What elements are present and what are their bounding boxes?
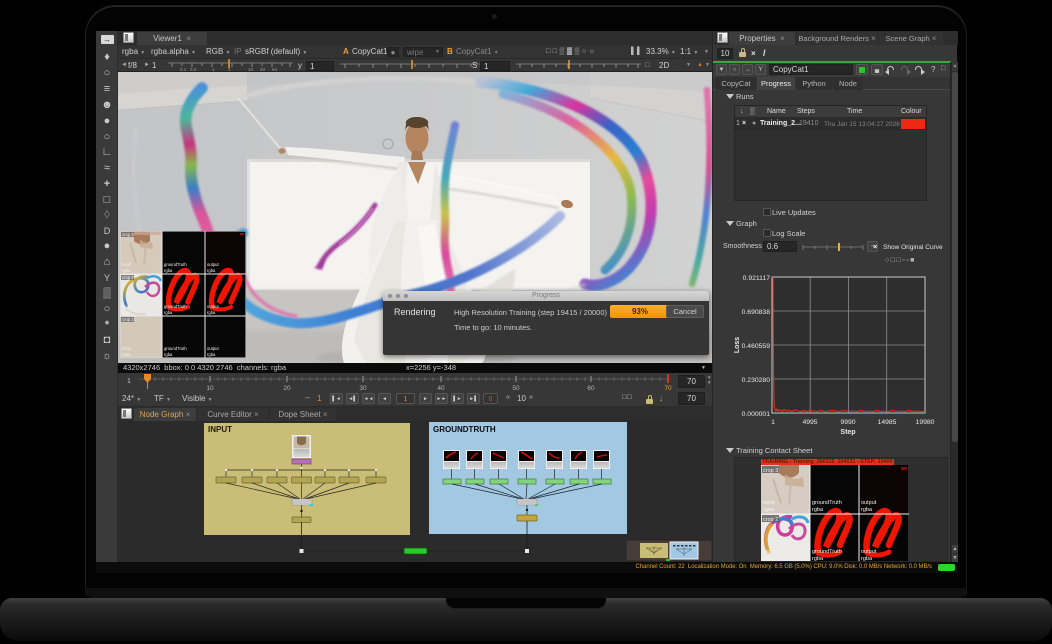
svg-text:rgba: rgba bbox=[207, 310, 216, 315]
svg-text:rgba: rgba bbox=[122, 268, 131, 273]
svg-text:rgba: rgba bbox=[763, 556, 775, 562]
svg-text:Step: Step bbox=[840, 429, 855, 436]
svg-text:19980: 19980 bbox=[916, 419, 935, 426]
svg-text:output: output bbox=[207, 262, 219, 267]
svg-text:crop 3: crop 3 bbox=[122, 232, 134, 237]
svg-text:input: input bbox=[763, 500, 775, 506]
svg-text:output: output bbox=[207, 346, 219, 351]
svg-text:crop 2: crop 2 bbox=[122, 275, 134, 280]
svg-text:rgba: rgba bbox=[122, 310, 131, 315]
svg-text:output: output bbox=[861, 500, 877, 506]
svg-text:rgba: rgba bbox=[122, 352, 131, 357]
svg-text:input: input bbox=[122, 346, 132, 351]
svg-text:0.921117: 0.921117 bbox=[743, 275, 771, 282]
svg-text:input: input bbox=[122, 262, 132, 267]
svg-text:rgba: rgba bbox=[763, 507, 775, 513]
svg-text:14985: 14985 bbox=[878, 419, 897, 426]
svg-text:crop 3: crop 3 bbox=[763, 468, 778, 474]
svg-text:1: 1 bbox=[127, 378, 131, 385]
svg-text:input: input bbox=[122, 304, 132, 309]
svg-text:groundTruth: groundTruth bbox=[812, 500, 842, 506]
svg-text:crop 1: crop 1 bbox=[122, 317, 134, 322]
svg-text:GROUNDTRUTH: GROUNDTRUTH bbox=[433, 425, 496, 434]
svg-text:0.460559: 0.460559 bbox=[742, 343, 771, 350]
svg-text:crop 2: crop 2 bbox=[763, 517, 778, 523]
svg-text:0.000001: 0.000001 bbox=[742, 411, 771, 418]
svg-text:9990: 9990 bbox=[840, 419, 855, 426]
svg-text:rgba: rgba bbox=[207, 268, 216, 273]
svg-text:0.230280: 0.230280 bbox=[742, 377, 771, 384]
svg-text:output: output bbox=[861, 549, 877, 555]
svg-text:groundTruth: groundTruth bbox=[164, 262, 187, 267]
svg-text:groundTruth: groundTruth bbox=[812, 549, 842, 555]
svg-text:rgba: rgba bbox=[812, 556, 824, 562]
svg-text:rgba: rgba bbox=[861, 507, 873, 513]
svg-text:rgba: rgba bbox=[164, 268, 173, 273]
svg-text:rgba: rgba bbox=[812, 507, 824, 513]
svg-text:groundTruth: groundTruth bbox=[164, 346, 187, 351]
svg-text:rgba: rgba bbox=[207, 352, 216, 357]
svg-text:output: output bbox=[207, 304, 219, 309]
svg-text:rgba: rgba bbox=[861, 556, 873, 562]
svg-text:groundTruth: groundTruth bbox=[164, 304, 187, 309]
svg-text:0.690838: 0.690838 bbox=[742, 309, 771, 316]
svg-text:rgba: rgba bbox=[164, 352, 173, 357]
svg-text:INPUT: INPUT bbox=[208, 425, 232, 434]
svg-text:4995: 4995 bbox=[802, 419, 817, 426]
svg-text:1: 1 bbox=[771, 419, 775, 426]
svg-text:Loss: Loss bbox=[734, 337, 741, 353]
svg-text:rgba: rgba bbox=[164, 310, 173, 315]
svg-text:input: input bbox=[763, 549, 775, 555]
